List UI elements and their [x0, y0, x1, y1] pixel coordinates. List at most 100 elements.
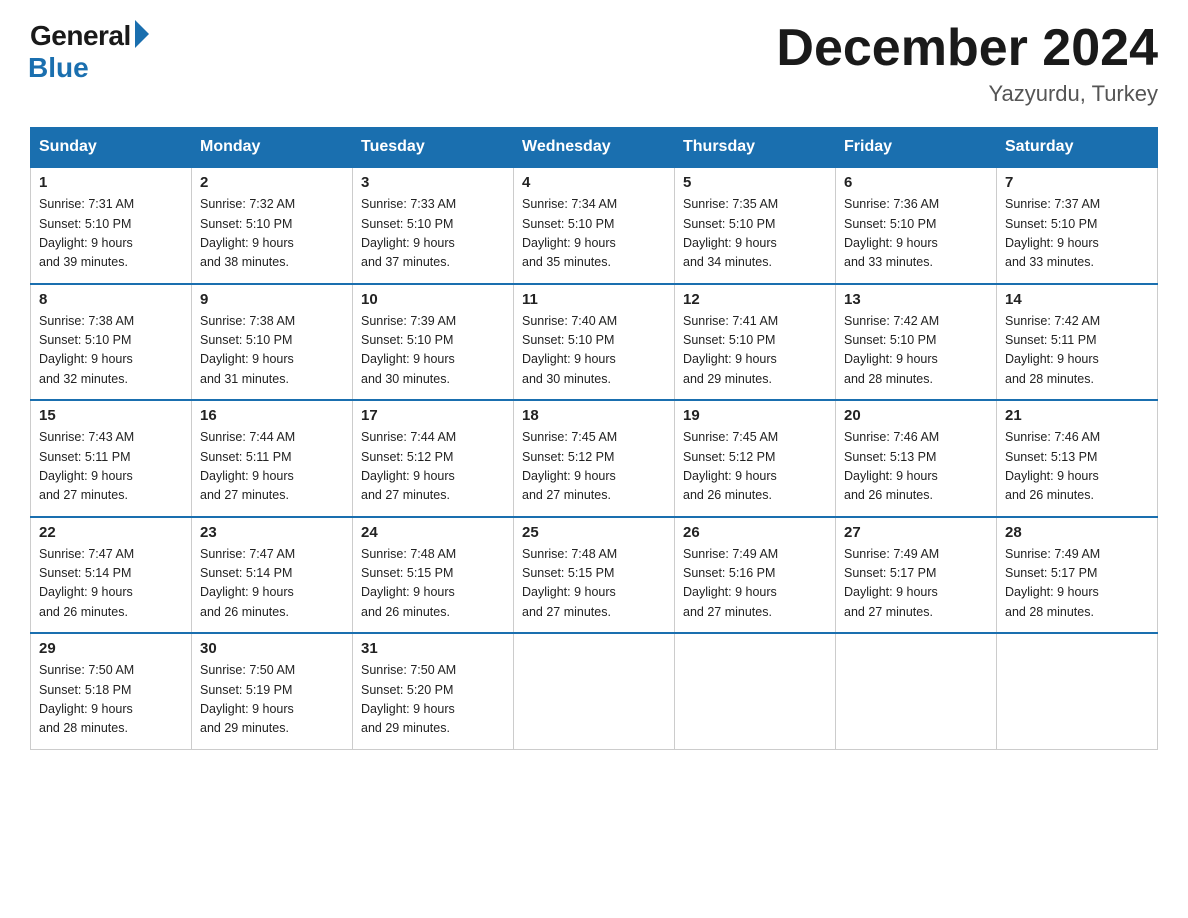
- calendar-week-row: 8 Sunrise: 7:38 AMSunset: 5:10 PMDaylight…: [31, 284, 1158, 401]
- day-number: 8: [39, 291, 183, 308]
- title-area: December 2024 Yazyurdu, Turkey: [776, 20, 1158, 107]
- day-info: Sunrise: 7:45 AMSunset: 5:12 PMDaylight:…: [683, 428, 827, 506]
- calendar-cell: 29Sunrise: 7:50 AMSunset: 5:18 PMDayligh…: [31, 633, 192, 749]
- day-info: Sunrise: 7:46 AMSunset: 5:13 PMDaylight:…: [1005, 428, 1149, 506]
- day-info: Sunrise: 7:46 AMSunset: 5:13 PMDaylight:…: [844, 428, 988, 506]
- day-info: Sunrise: 7:50 AMSunset: 5:20 PMDaylight:…: [361, 661, 505, 739]
- day-info: Sunrise: 7:32 AMSunset: 5:10 PMDaylight:…: [200, 195, 344, 273]
- day-number: 4: [522, 174, 666, 191]
- calendar-cell: 10Sunrise: 7:39 AMSunset: 5:10 PMDayligh…: [353, 284, 514, 401]
- day-number: 27: [844, 524, 988, 541]
- day-number: 6: [844, 174, 988, 191]
- day-number: 19: [683, 407, 827, 424]
- calendar-cell: 7Sunrise: 7:37 AMSunset: 5:10 PMDaylight…: [997, 167, 1158, 284]
- calendar-cell: 11 Sunrise: 7:40 AMSunset: 5:10 PMDayligh…: [514, 284, 675, 401]
- day-number: 14: [1005, 291, 1149, 308]
- calendar-cell: 12 Sunrise: 7:41 AMSunset: 5:10 PMDayligh…: [675, 284, 836, 401]
- day-number: 7: [1005, 174, 1149, 191]
- calendar-cell: 31 Sunrise: 7:50 AMSunset: 5:20 PMDayligh…: [353, 633, 514, 749]
- day-number: 23: [200, 524, 344, 541]
- day-number: 13: [844, 291, 988, 308]
- logo-general-text: General: [30, 20, 131, 52]
- day-number: 5: [683, 174, 827, 191]
- logo-triangle-icon: [135, 20, 149, 48]
- day-info: Sunrise: 7:40 AMSunset: 5:10 PMDaylight:…: [522, 312, 666, 390]
- calendar-cell: 26 Sunrise: 7:49 AMSunset: 5:16 PMDayligh…: [675, 517, 836, 634]
- weekday-header-friday: Friday: [836, 128, 997, 168]
- day-number: 9: [200, 291, 344, 308]
- calendar-cell: 30Sunrise: 7:50 AMSunset: 5:19 PMDayligh…: [192, 633, 353, 749]
- day-info: Sunrise: 7:43 AMSunset: 5:11 PMDaylight:…: [39, 428, 183, 506]
- day-number: 3: [361, 174, 505, 191]
- calendar-cell: 20 Sunrise: 7:46 AMSunset: 5:13 PMDayligh…: [836, 400, 997, 517]
- day-info: Sunrise: 7:38 AMSunset: 5:10 PMDaylight:…: [200, 312, 344, 390]
- day-info: Sunrise: 7:47 AMSunset: 5:14 PMDaylight:…: [39, 545, 183, 623]
- day-info: Sunrise: 7:41 AMSunset: 5:10 PMDaylight:…: [683, 312, 827, 390]
- day-info: Sunrise: 7:49 AMSunset: 5:16 PMDaylight:…: [683, 545, 827, 623]
- calendar-cell: [514, 633, 675, 749]
- calendar-cell: 25 Sunrise: 7:48 AMSunset: 5:15 PMDayligh…: [514, 517, 675, 634]
- calendar-cell: 8 Sunrise: 7:38 AMSunset: 5:10 PMDaylight…: [31, 284, 192, 401]
- logo-blue-text: Blue: [28, 52, 149, 84]
- day-number: 1: [39, 174, 183, 191]
- calendar-cell: 2 Sunrise: 7:32 AMSunset: 5:10 PMDaylight…: [192, 167, 353, 284]
- calendar-cell: 4 Sunrise: 7:34 AMSunset: 5:10 PMDaylight…: [514, 167, 675, 284]
- calendar-cell: [997, 633, 1158, 749]
- weekday-header-monday: Monday: [192, 128, 353, 168]
- calendar-cell: 19 Sunrise: 7:45 AMSunset: 5:12 PMDayligh…: [675, 400, 836, 517]
- day-info: Sunrise: 7:36 AMSunset: 5:10 PMDaylight:…: [844, 195, 988, 273]
- day-number: 28: [1005, 524, 1149, 541]
- calendar-cell: 16 Sunrise: 7:44 AMSunset: 5:11 PMDayligh…: [192, 400, 353, 517]
- day-info: Sunrise: 7:47 AMSunset: 5:14 PMDaylight:…: [200, 545, 344, 623]
- day-number: 11: [522, 291, 666, 308]
- day-number: 30: [200, 640, 344, 657]
- day-info: Sunrise: 7:39 AMSunset: 5:10 PMDaylight:…: [361, 312, 505, 390]
- day-number: 25: [522, 524, 666, 541]
- day-number: 20: [844, 407, 988, 424]
- day-number: 16: [200, 407, 344, 424]
- page-header: General Blue December 2024 Yazyurdu, Tur…: [30, 20, 1158, 107]
- calendar-week-row: 15 Sunrise: 7:43 AMSunset: 5:11 PMDayligh…: [31, 400, 1158, 517]
- month-title: December 2024: [776, 20, 1158, 77]
- day-number: 15: [39, 407, 183, 424]
- weekday-header-tuesday: Tuesday: [353, 128, 514, 168]
- calendar-cell: 21Sunrise: 7:46 AMSunset: 5:13 PMDayligh…: [997, 400, 1158, 517]
- calendar-header-row: SundayMondayTuesdayWednesdayThursdayFrid…: [31, 128, 1158, 168]
- calendar-cell: 13 Sunrise: 7:42 AMSunset: 5:10 PMDayligh…: [836, 284, 997, 401]
- calendar-cell: [836, 633, 997, 749]
- calendar-week-row: 29Sunrise: 7:50 AMSunset: 5:18 PMDayligh…: [31, 633, 1158, 749]
- day-number: 31: [361, 640, 505, 657]
- calendar-cell: 17 Sunrise: 7:44 AMSunset: 5:12 PMDayligh…: [353, 400, 514, 517]
- day-number: 24: [361, 524, 505, 541]
- location-subtitle: Yazyurdu, Turkey: [776, 81, 1158, 107]
- day-number: 12: [683, 291, 827, 308]
- day-info: Sunrise: 7:31 AMSunset: 5:10 PMDaylight:…: [39, 195, 183, 273]
- calendar-week-row: 1 Sunrise: 7:31 AMSunset: 5:10 PMDaylight…: [31, 167, 1158, 284]
- day-number: 18: [522, 407, 666, 424]
- calendar-cell: 27Sunrise: 7:49 AMSunset: 5:17 PMDayligh…: [836, 517, 997, 634]
- day-number: 26: [683, 524, 827, 541]
- calendar-cell: 1 Sunrise: 7:31 AMSunset: 5:10 PMDaylight…: [31, 167, 192, 284]
- day-number: 17: [361, 407, 505, 424]
- calendar-cell: 28 Sunrise: 7:49 AMSunset: 5:17 PMDayligh…: [997, 517, 1158, 634]
- day-info: Sunrise: 7:44 AMSunset: 5:11 PMDaylight:…: [200, 428, 344, 506]
- day-info: Sunrise: 7:49 AMSunset: 5:17 PMDaylight:…: [1005, 545, 1149, 623]
- calendar-cell: 22 Sunrise: 7:47 AMSunset: 5:14 PMDayligh…: [31, 517, 192, 634]
- calendar-cell: 9 Sunrise: 7:38 AMSunset: 5:10 PMDaylight…: [192, 284, 353, 401]
- day-info: Sunrise: 7:44 AMSunset: 5:12 PMDaylight:…: [361, 428, 505, 506]
- day-info: Sunrise: 7:48 AMSunset: 5:15 PMDaylight:…: [361, 545, 505, 623]
- day-info: Sunrise: 7:48 AMSunset: 5:15 PMDaylight:…: [522, 545, 666, 623]
- day-info: Sunrise: 7:50 AMSunset: 5:18 PMDaylight:…: [39, 661, 183, 739]
- day-info: Sunrise: 7:34 AMSunset: 5:10 PMDaylight:…: [522, 195, 666, 273]
- day-info: Sunrise: 7:38 AMSunset: 5:10 PMDaylight:…: [39, 312, 183, 390]
- calendar-cell: 3Sunrise: 7:33 AMSunset: 5:10 PMDaylight…: [353, 167, 514, 284]
- day-number: 22: [39, 524, 183, 541]
- day-info: Sunrise: 7:42 AMSunset: 5:10 PMDaylight:…: [844, 312, 988, 390]
- calendar-table: SundayMondayTuesdayWednesdayThursdayFrid…: [30, 127, 1158, 750]
- day-number: 2: [200, 174, 344, 191]
- calendar-cell: 6 Sunrise: 7:36 AMSunset: 5:10 PMDaylight…: [836, 167, 997, 284]
- weekday-header-sunday: Sunday: [31, 128, 192, 168]
- calendar-cell: 5Sunrise: 7:35 AMSunset: 5:10 PMDaylight…: [675, 167, 836, 284]
- weekday-header-thursday: Thursday: [675, 128, 836, 168]
- weekday-header-wednesday: Wednesday: [514, 128, 675, 168]
